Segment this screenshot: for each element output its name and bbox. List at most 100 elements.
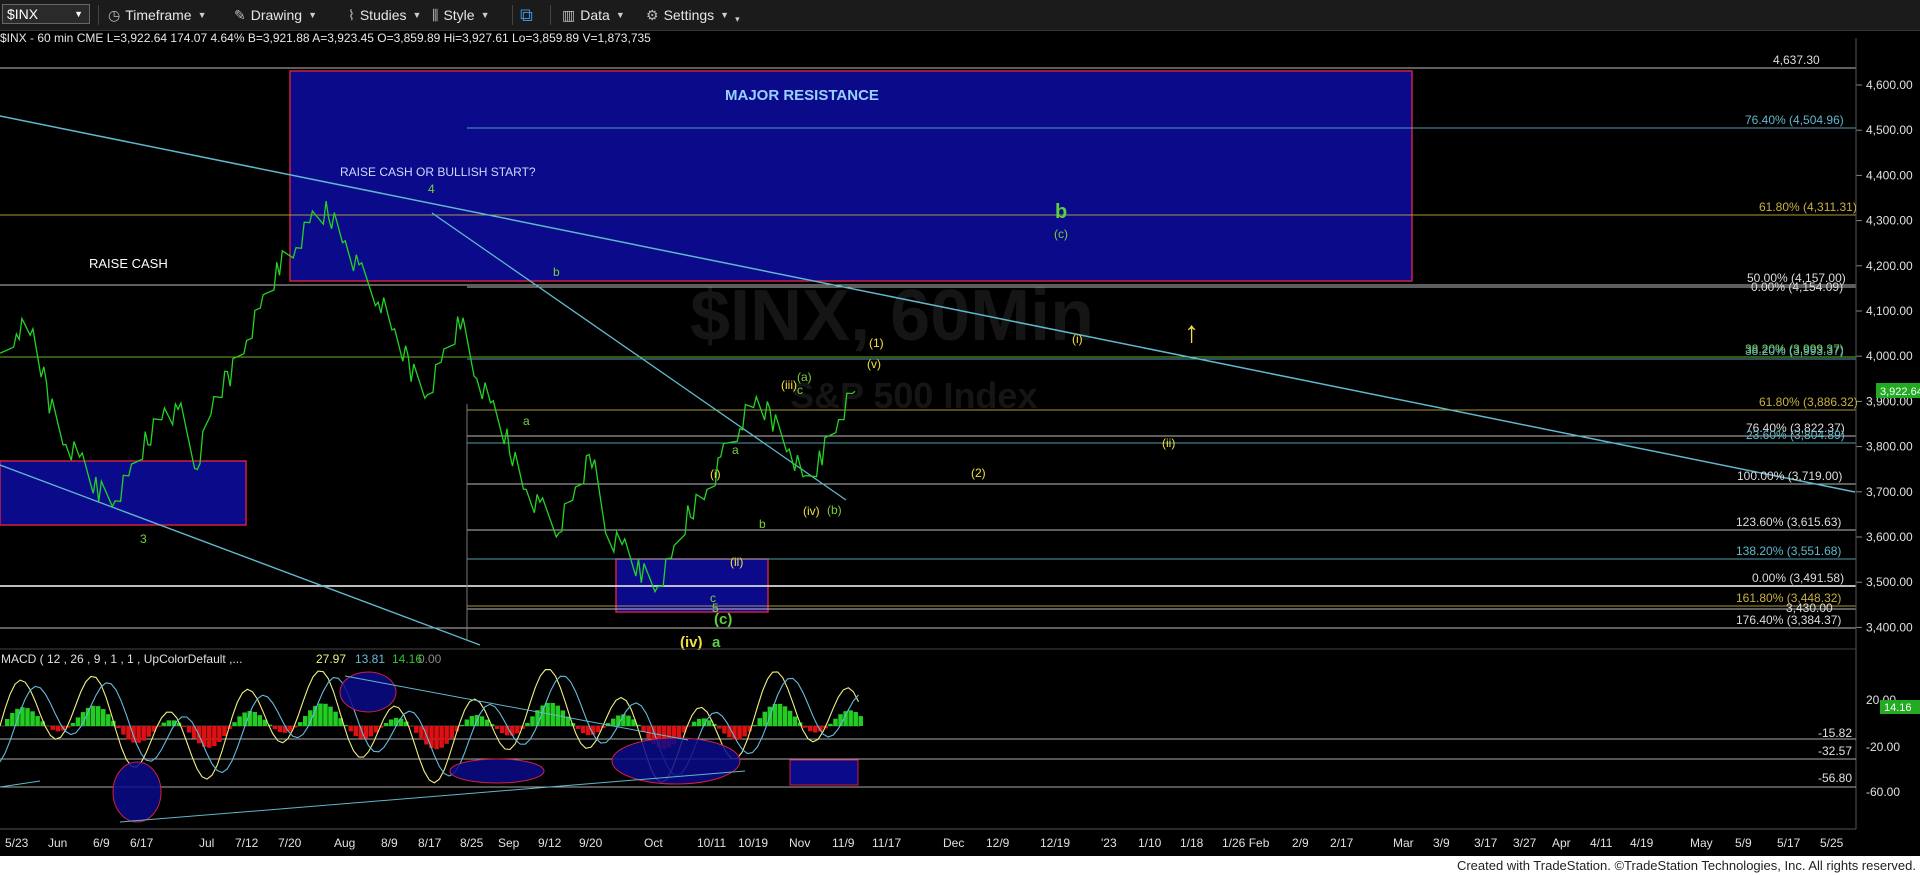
- date-axis-label: 9/12: [538, 836, 562, 850]
- date-axis-label: 11/9: [832, 836, 855, 850]
- macd-histogram-bar: [782, 706, 788, 726]
- date-axis-label: 5/25: [1820, 836, 1844, 850]
- price-tick-label: 4,200.00: [1866, 259, 1913, 273]
- wave-label: a: [523, 414, 530, 428]
- date-axis-label: 10/19: [738, 836, 768, 850]
- date-axis-label: 9/20: [579, 836, 603, 850]
- macd-histogram-bar: [106, 714, 111, 726]
- date-axis-label: 1/18: [1180, 836, 1204, 850]
- fib-level-label: 76.40% (4,504.96): [1745, 113, 1844, 127]
- macd-histogram-bar: [464, 719, 470, 726]
- macd-value-1: 27.97: [316, 652, 346, 666]
- macd-histogram-bar: [434, 726, 439, 750]
- fib-level-label: 176.40% (3,384.37): [1736, 613, 1841, 627]
- wave-label: b: [1055, 201, 1067, 223]
- macd-histogram-bar: [737, 726, 742, 740]
- macd-histogram-bar: [136, 726, 141, 743]
- credit-text: Created with TradeStation. ©TradeStation…: [1456, 858, 1916, 873]
- wave-label: (iv): [680, 634, 703, 651]
- macd-histogram-bar: [595, 726, 601, 733]
- macd-title: MACD ( 12 , 26 , 9 , 1 , 1 , UpColorDefa…: [1, 652, 242, 666]
- date-axis-label: 3/27: [1513, 836, 1537, 850]
- macd-histogram-bar: [252, 712, 257, 726]
- macd-histogram-bar: [348, 726, 353, 732]
- macd-histogram-bar: [303, 716, 308, 726]
- date-axis-label: Apr: [1552, 836, 1571, 850]
- macd-histogram-bar: [479, 716, 485, 726]
- macd-histogram-bar: [742, 726, 747, 737]
- date-axis-label: 10/11: [697, 836, 726, 850]
- macd-histogram-bar: [853, 712, 858, 726]
- macd-level-label: -56.80: [1818, 771, 1852, 785]
- macd-histogram-bar: [449, 726, 454, 739]
- date-axis-label: 4/19: [1630, 836, 1654, 850]
- wave-label: a: [732, 443, 739, 457]
- macd-trendline: [119, 770, 746, 823]
- date-axis-label: Nov: [789, 836, 810, 850]
- macd-histogram-bar: [186, 726, 192, 733]
- up-arrow-icon: ↑: [1184, 316, 1199, 349]
- macd-histogram-bar: [515, 726, 520, 734]
- macd-histogram-bar: [696, 718, 702, 726]
- macd-histogram-bar: [762, 711, 768, 726]
- macd-histogram-bar: [641, 726, 646, 732]
- macd-histogram-bar: [777, 703, 783, 726]
- macd-histogram-bar: [484, 719, 490, 726]
- macd-histogram-bar: [318, 703, 323, 726]
- macd-histogram-bar: [813, 726, 818, 733]
- price-tick-label: 4,000.00: [1866, 349, 1913, 363]
- macd-histogram-bar: [575, 726, 581, 729]
- price-tick-label: 3,800.00: [1866, 440, 1913, 454]
- macd-histogram-bar: [30, 711, 35, 726]
- macd-histogram-bar: [90, 705, 96, 726]
- wave-label: (c): [1054, 227, 1068, 241]
- macd-histogram-bar: [257, 715, 263, 726]
- macd-trendline: [0, 780, 41, 788]
- macd-histogram-bar: [55, 726, 61, 732]
- macd-histogram-bar: [166, 720, 172, 726]
- wave-label: (ii): [1162, 436, 1175, 450]
- date-axis-label: 6/9: [93, 836, 110, 850]
- macd-histogram-bar: [116, 726, 121, 728]
- date-axis-label: Jul: [199, 836, 214, 850]
- macd-axis-label: -20.00: [1866, 740, 1900, 754]
- date-axis-label: 5/17: [1777, 836, 1801, 850]
- macd-histogram-bar: [414, 726, 419, 733]
- date-axis-label: 12/19: [1040, 836, 1070, 850]
- macd-histogram-bar: [141, 726, 146, 741]
- macd-histogram-bar: [297, 722, 303, 726]
- last-price-value: 3,922.64: [1880, 386, 1920, 398]
- macd-histogram-bar: [444, 726, 449, 744]
- macd-histogram-bar: [333, 711, 338, 726]
- wave-label: a: [712, 634, 721, 651]
- macd-histogram-bar: [828, 723, 833, 726]
- last-price-tag: 3,922.64: [1876, 383, 1920, 398]
- macd-histogram-bar: [833, 718, 838, 726]
- macd-histogram-bar: [70, 722, 76, 726]
- macd-histogram-bar: [530, 716, 535, 726]
- date-axis-label: Dec: [943, 836, 964, 850]
- credit-bar: Created with TradeStation. ©TradeStation…: [0, 856, 1920, 875]
- date-axis-label: 7/20: [278, 836, 302, 850]
- macd-histogram-bar: [328, 706, 333, 726]
- price-chart[interactable]: $INX, 60Min S&P 500 Index MAJOR RESISTAN…: [0, 0, 1920, 875]
- macd-current-value: 14.16: [1884, 702, 1912, 714]
- price-tick-label: 4,500.00: [1866, 123, 1913, 137]
- support-box-left[interactable]: [0, 460, 247, 526]
- date-axis-label: 3/17: [1474, 836, 1498, 850]
- date-axis-label: 6/17: [130, 836, 154, 850]
- macd-level-label: -32.57: [1818, 744, 1852, 758]
- macd-histogram-bar: [676, 726, 682, 739]
- price-tick-label: 3,500.00: [1866, 575, 1913, 589]
- fib-level-label: 38.20% (3,993.37): [1745, 344, 1844, 358]
- date-axis-label: 5/9: [1735, 836, 1752, 850]
- fib-level-label: 61.80% (3,886.32): [1759, 395, 1858, 409]
- macd-ellipse: [449, 758, 545, 784]
- macd-histogram-bar: [207, 726, 212, 748]
- symbol-info-bar: $INX - 60 min CME L=3,922.64 174.07 4.64…: [0, 31, 651, 45]
- macd-level-label: -15.82: [1818, 726, 1852, 740]
- macd-current-tag: 14.16: [1880, 700, 1920, 714]
- macd-histogram-bar: [146, 726, 151, 737]
- wave-label: b: [759, 517, 766, 531]
- macd-histogram-bar: [752, 725, 757, 726]
